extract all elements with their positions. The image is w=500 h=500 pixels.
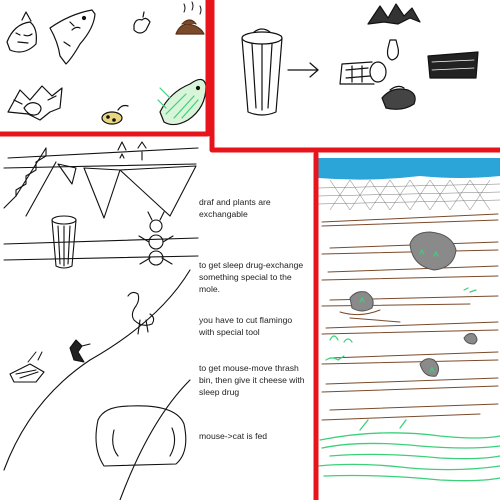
fish-skeleton-icon — [7, 85, 63, 121]
note-exchange: draf and plants are exchangable — [199, 197, 271, 219]
green-fish-icon — [157, 78, 207, 126]
note-mouse: to get mouse-move thrash bin, then give … — [199, 363, 305, 397]
ramp-line — [15, 147, 57, 217]
stick-pile-icon — [9, 351, 45, 383]
note-cat-fed: mouse->cat is fed — [199, 431, 268, 441]
note-sleep-drug: to get sleep drug-exchange something spe… — [199, 260, 304, 294]
fence-line — [3, 237, 199, 261]
rubbish-pile-icon — [381, 85, 416, 110]
rock-large — [409, 231, 457, 271]
rock-medium — [349, 291, 374, 312]
panel-items — [6, 1, 207, 126]
sail-shape-a — [83, 167, 121, 219]
apple-core-icon — [133, 11, 151, 34]
note-flamingo: you have to cut flamingo with special to… — [199, 315, 293, 337]
rock-lower — [419, 358, 440, 377]
panel-swamp — [317, 158, 500, 482]
panel-trash-bin — [241, 3, 479, 116]
river-bank-left — [3, 269, 191, 471]
panel-scene — [3, 141, 199, 500]
roof-line — [7, 147, 199, 159]
thorn-bush-icon — [367, 3, 421, 25]
fallen-bin-icon — [339, 61, 387, 85]
heron-bird-icon — [69, 339, 91, 363]
rock-small — [463, 333, 478, 345]
dung-pile-icon — [175, 1, 205, 35]
fish-head-icon — [6, 11, 37, 53]
net-mesh — [317, 179, 500, 211]
sketch-canvas — [0, 0, 500, 500]
jar-icon — [386, 39, 399, 61]
arrow-right-icon — [287, 62, 319, 78]
sky-band — [318, 158, 500, 180]
cave-outline — [95, 405, 187, 467]
flamingo-icon — [127, 291, 155, 335]
river-bank-right — [119, 379, 191, 500]
sail-shape-b — [119, 165, 197, 217]
wood-crate-icon — [427, 51, 479, 79]
grass-shore — [317, 419, 500, 482]
fish-icon — [49, 9, 96, 65]
trash-bin-icon — [241, 28, 283, 116]
cheese-icon — [101, 104, 129, 125]
